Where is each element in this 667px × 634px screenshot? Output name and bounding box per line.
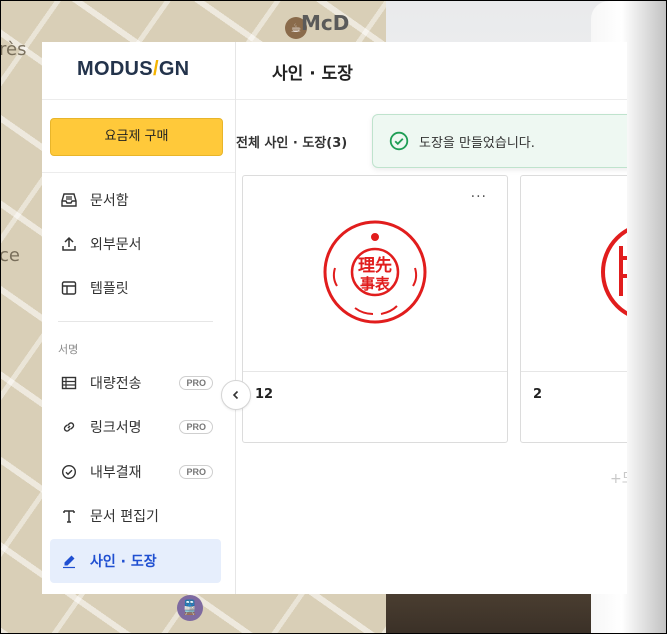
sidebar-item-signature-stamp[interactable]: 사인 · 도장 (50, 539, 221, 583)
pen-icon (60, 552, 78, 570)
sidebar-item-label: 내부결재 (90, 465, 142, 481)
sidebar-item-link-sign[interactable]: 링크서명 PRO (50, 407, 221, 447)
stamp-text-bottom: 事表 (360, 275, 391, 293)
inbox-icon (60, 191, 78, 209)
stamp-image (601, 228, 627, 316)
pro-badge: PRO (179, 465, 213, 479)
link-icon (60, 418, 78, 436)
screenshot-frame: rès ce ☕ McD 🚆 MODUS/GN 요금제 구매 문서함 외부문서 … (0, 0, 667, 634)
stamp-text-top: 理先 (358, 255, 392, 276)
stamp-card-name: 12 (255, 387, 274, 402)
logo-text-left: MODUS (77, 58, 153, 80)
main-content: 사인 · 도장 전체 사인 · 도장(3) ··· 理先 事表 12 2 + 도… (236, 42, 627, 594)
collapse-sidebar-button[interactable] (221, 380, 251, 410)
pro-badge: PRO (179, 376, 213, 390)
check-circle-icon (60, 463, 78, 481)
sidebar-item-doc-editor[interactable]: 문서 편집기 (50, 496, 221, 536)
text-icon (60, 507, 78, 525)
buy-plan-button[interactable]: 요금제 구매 (50, 118, 223, 156)
logo-text-right: GN (158, 58, 190, 80)
template-icon (60, 279, 78, 297)
upload-icon (60, 235, 78, 253)
sidebar: MODUS/GN 요금제 구매 문서함 외부문서 템플릿 서명 대량전송 PRO… (42, 42, 236, 594)
sidebar-item-label: 대량전송 (90, 376, 142, 392)
sidebar-item-label: 문서 편집기 (90, 509, 159, 525)
logo[interactable]: MODUS/GN (77, 58, 189, 81)
chevron-left-icon (232, 390, 239, 400)
stamp-card[interactable]: 2 (520, 175, 627, 443)
sidebar-item-template[interactable]: 템플릿 (50, 268, 221, 308)
stamp-image: 理先 事表 (323, 220, 427, 324)
sidebar-item-label: 사인 · 도장 (90, 554, 157, 570)
app-window: MODUS/GN 요금제 구매 문서함 외부문서 템플릿 서명 대량전송 PRO… (42, 42, 627, 594)
sidebar-item-label: 링크서명 (90, 420, 142, 436)
divider (58, 321, 213, 322)
sidebar-item-label: 외부문서 (90, 237, 142, 253)
map-store-label: McD (301, 11, 350, 35)
stamp-card[interactable]: ··· 理先 事表 12 (242, 175, 508, 443)
sidebar-item-label: 문서함 (90, 193, 129, 209)
check-circle-icon (389, 131, 409, 151)
train-icon: 🚆 (177, 595, 203, 621)
stamp-preview: ··· 理先 事表 (243, 176, 507, 372)
page-title: 사인 · 도장 (272, 64, 353, 84)
toast-message: 도장을 만들었습니다. (419, 135, 535, 151)
sidebar-item-inbox[interactable]: 문서함 (50, 180, 221, 220)
stamp-preview (521, 176, 627, 372)
add-stamp-hint[interactable]: +도 (610, 468, 627, 488)
sidebar-item-external[interactable]: 외부문서 (50, 224, 221, 264)
logo-bar: MODUS/GN (42, 42, 235, 100)
table-icon (60, 374, 78, 392)
success-toast: 도장을 만들었습니다. (372, 114, 627, 168)
map-label: rès (0, 39, 27, 60)
count-label: 전체 사인 · 도장(3) (236, 136, 348, 151)
sidebar-item-label: 템플릿 (90, 281, 129, 297)
sidebar-item-bulk-send[interactable]: 대량전송 PRO (50, 363, 221, 403)
map-label: ce (0, 245, 20, 266)
stamp-card-name: 2 (533, 387, 543, 402)
more-options-icon[interactable]: ··· (471, 190, 487, 204)
divider (42, 172, 235, 173)
page-header: 사인 · 도장 (236, 42, 627, 100)
section-label-sign: 서명 (58, 343, 79, 356)
pro-badge: PRO (179, 420, 213, 434)
sidebar-item-internal-approval[interactable]: 내부결재 PRO (50, 452, 221, 492)
